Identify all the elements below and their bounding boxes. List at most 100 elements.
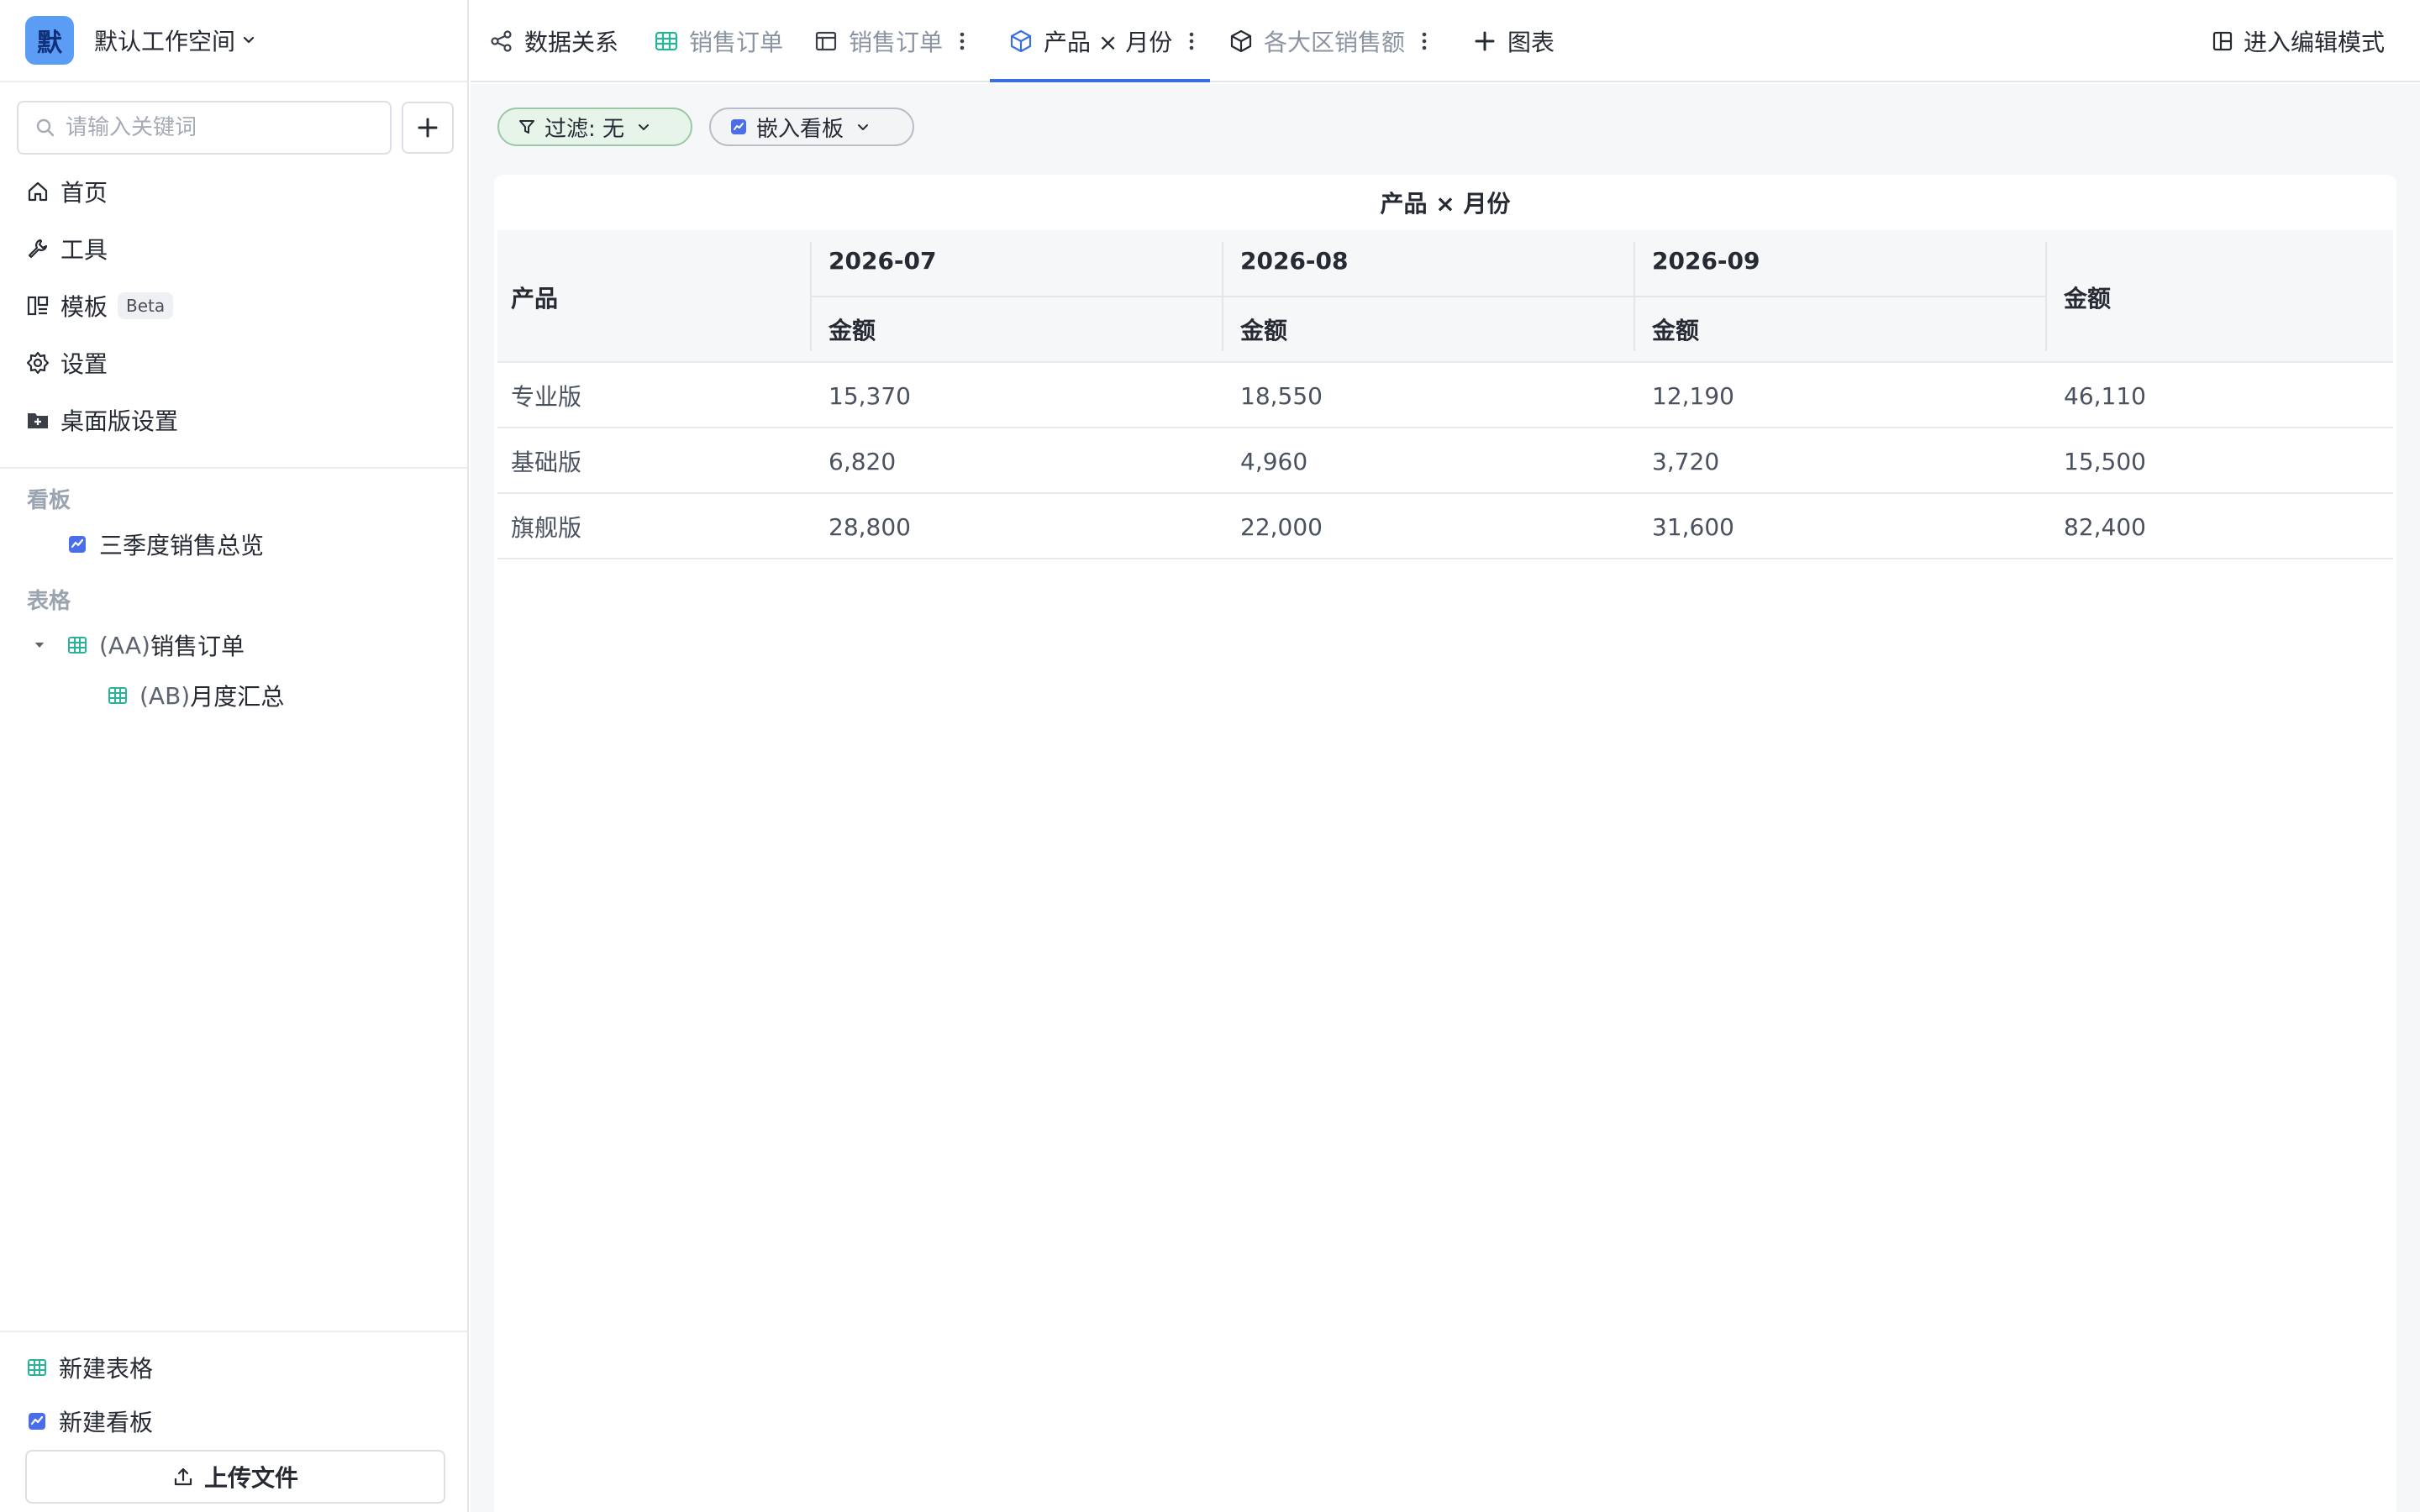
header-product: 产品 [511,285,559,312]
more-vertical-icon[interactable] [1417,29,1432,54]
workspace-header[interactable]: 默 默认工作空间 [0,0,467,82]
table-item-aa[interactable]: (AA) 销售订单 [0,620,467,670]
search-box [17,101,392,155]
new-board-label: 新建看板 [59,1409,154,1436]
upload-label: 上传文件 [203,1464,298,1492]
workspace-name: 默认工作空间 [94,28,236,55]
divider [2045,242,2047,351]
cell-total: 46,110 [2064,381,2146,410]
search-input[interactable] [66,115,385,140]
header-measure: 金额 [1652,317,1700,344]
board-item[interactable]: 三季度销售总览 [0,519,467,570]
beta-badge: Beta [118,292,174,319]
cell-value: 28,800 [829,512,911,541]
header-measure: 金额 [1240,317,1288,344]
enter-edit-mode-button[interactable]: 进入编辑模式 [2212,0,2385,82]
cell-value: 12,190 [1652,381,1734,410]
desktop-folder-icon [28,413,48,428]
nav-label: 桌面版设置 [60,407,179,435]
table-item-ab[interactable]: (AB) 月度汇总 [0,670,467,721]
active-tab-indicator [990,79,1210,82]
embed-label: 嵌入看板 [756,116,844,142]
board-chart-icon [69,536,86,553]
header-month: 2026-07 [829,247,937,275]
upload-file-button[interactable]: 上传文件 [25,1450,445,1504]
cell-product: 基础版 [511,449,582,476]
more-vertical-icon[interactable] [1184,29,1199,54]
sidebar: 默 默认工作空间 首页 工具 模板 Beta 设置 [0,0,469,1512]
boards-section-title: 看板 [27,488,71,513]
cube-icon [1010,29,1032,53]
cell-value: 18,550 [1240,381,1323,410]
tab-region-sales[interactable]: 各大区销售额 [1228,0,1432,82]
filter-icon [519,120,534,134]
nav-item-tools[interactable]: 工具 [0,220,467,277]
divider [810,296,2047,297]
nav-item-settings[interactable]: 设置 [0,334,467,391]
tab-label: 产品 × 月份 [1044,29,1173,56]
nav-label: 设置 [60,350,108,378]
table-prefix: (AA) [99,631,150,659]
plus-icon [418,118,438,138]
table-label: 月度汇总 [190,683,285,711]
new-table-label: 新建表格 [59,1355,154,1383]
main-nav: 首页 工具 模板 Beta 设置 桌面版设置 [0,163,467,449]
tables-section-title: 表格 [27,589,71,614]
tab-label: 各大区销售额 [1264,29,1406,56]
chevron-down-icon [243,36,255,44]
more-vertical-icon[interactable] [955,29,970,54]
caret-down-icon[interactable] [32,638,47,653]
nav-item-desktop-settings[interactable]: 桌面版设置 [0,391,467,449]
cell-product: 专业版 [511,383,582,411]
tab-sales-orders-sheet[interactable]: 销售订单 [654,0,783,82]
board-chart-icon [731,119,746,134]
upload-icon [174,1467,192,1486]
header-month: 2026-08 [1240,247,1349,275]
nav-item-templates[interactable]: 模板 Beta [0,277,467,334]
share-nodes-icon [491,30,512,52]
add-button[interactable] [402,102,454,154]
tab-label: 销售订单 [689,29,784,56]
add-chart-button[interactable]: 图表 [1472,0,1555,82]
edit-mode-label: 进入编辑模式 [2243,29,2385,56]
tab-sales-orders-view[interactable]: 销售订单 [813,0,970,82]
tab-label: 图表 [1507,29,1555,56]
tab-product-by-month[interactable]: 产品 × 月份 [1008,0,1199,82]
cell-total: 82,400 [2064,512,2146,541]
table-icon [655,31,678,51]
search-icon [36,118,55,137]
plus-icon [1475,31,1495,51]
main-content: 过滤: 无 嵌入看板 产品 × 月份 产品 2026-07 金额 2026-08… [471,84,2420,1512]
cell-value: 4,960 [1240,447,1308,475]
tab-bar: 数据关系 销售订单 销售订单 产品 × 月份 各大区销售额 图表 进入编辑模式 [471,0,2420,82]
cell-value: 3,720 [1652,447,1720,475]
tab-data-relations[interactable]: 数据关系 [489,0,618,82]
table-row: 基础版 6,820 4,960 3,720 15,500 [497,428,2393,494]
embed-board-dropdown[interactable]: 嵌入看板 [709,108,914,146]
pivot-title: 产品 × 月份 [1380,190,1511,218]
workspace-switcher[interactable]: 默认工作空间 [94,24,257,57]
nav-item-home[interactable]: 首页 [0,163,467,220]
table-row: 专业版 15,370 18,550 12,190 46,110 [497,363,2393,428]
home-icon [28,181,48,202]
tab-label: 数据关系 [524,29,619,56]
pivot-header: 产品 2026-07 金额 2026-08 金额 2026-09 金额 金额 [497,230,2393,363]
table-label: 销售订单 [150,633,245,660]
new-board-button[interactable]: 新建看板 [0,1394,467,1448]
grid-view-icon [815,31,837,51]
new-table-button[interactable]: 新建表格 [0,1341,467,1394]
table-prefix: (AB) [139,681,191,710]
table-icon [68,637,87,654]
board-label: 三季度销售总览 [99,532,265,559]
table-icon [28,1359,46,1376]
filter-dropdown[interactable]: 过滤: 无 [497,108,692,146]
pivot-table-card: 产品 × 月份 产品 2026-07 金额 2026-08 金额 2026-09… [494,175,2396,1512]
cell-value: 22,000 [1240,512,1323,541]
chevron-down-icon [858,124,869,130]
cell-product: 旗舰版 [511,514,582,542]
cell-value: 31,600 [1652,512,1734,541]
template-icon [27,296,49,316]
wrench-icon [28,239,48,259]
chevron-down-icon [639,124,650,130]
board-chart-icon [29,1413,45,1430]
